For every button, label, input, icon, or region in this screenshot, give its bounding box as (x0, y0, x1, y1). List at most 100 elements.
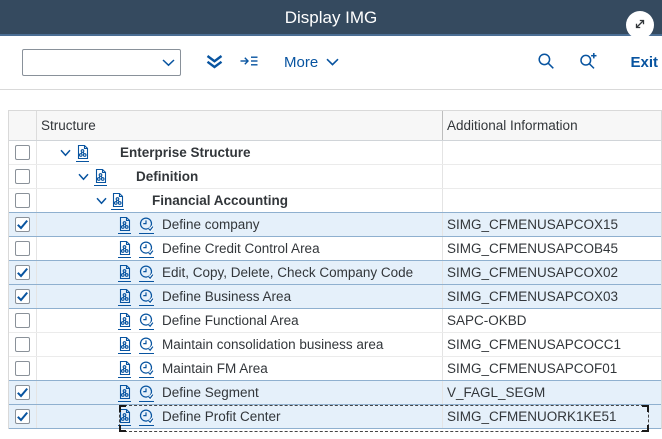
tree-node-label[interactable]: Financial Accounting (152, 189, 288, 212)
tree-activity-label[interactable]: Edit, Copy, Delete, Check Company Code (162, 261, 413, 284)
table-row[interactable]: Edit, Copy, Delete, Check Company Code SI… (9, 261, 661, 285)
img-activity-icon[interactable] (139, 384, 155, 402)
img-structure-node-icon[interactable] (94, 168, 108, 186)
table-row[interactable]: Maintain consolidation business area SIMG… (9, 333, 661, 357)
img-structure-node-icon[interactable] (111, 192, 125, 210)
table-row[interactable]: Definition (9, 165, 661, 189)
row-checkbox[interactable] (15, 313, 30, 328)
img-structure-table: Structure Additional Information Enterpr… (8, 110, 662, 432)
tree-activity-label[interactable]: Define Segment (162, 381, 259, 404)
search-button[interactable] (529, 48, 563, 77)
app-header: Display IMG (0, 0, 662, 39)
img-structure-node-icon[interactable] (118, 288, 132, 306)
table-row[interactable]: Maintain FM Area SIMG_CFMENUSAPCOF01 (9, 357, 661, 381)
checkbox-cell (9, 333, 37, 356)
row-checkbox[interactable] (15, 409, 30, 424)
img-structure-node-icon[interactable] (118, 240, 132, 258)
additional-info-value: SIMG_CFMENUSAPCOB45 (447, 241, 619, 256)
additional-info-value (443, 141, 661, 164)
structure-cell: Financial Accounting (37, 189, 443, 212)
img-activity-icon[interactable] (139, 408, 155, 426)
img-activity-icon[interactable] (139, 312, 155, 330)
table-row[interactable]: Enterprise Structure (9, 141, 661, 165)
command-combobox[interactable] (22, 49, 181, 76)
additional-info-value: V_FAGL_SEGM (447, 385, 546, 400)
img-activity-icon[interactable] (139, 336, 155, 354)
img-activity-icon[interactable] (139, 360, 155, 378)
additional-info-column-header: Additional Information (447, 118, 578, 133)
structure-column-header: Structure (37, 111, 443, 140)
diagonal-resize-icon (633, 17, 647, 34)
structure-cell: Define Profit Center (37, 405, 443, 428)
structure-cell: Define Credit Control Area (37, 237, 443, 260)
row-checkbox[interactable] (15, 385, 30, 400)
row-checkbox[interactable] (15, 241, 30, 256)
double-chevron-down-icon (205, 54, 224, 72)
checkbox-cell (9, 141, 37, 164)
tree-node-label[interactable]: Enterprise Structure (120, 141, 251, 164)
tree-activity-label[interactable]: Maintain consolidation business area (162, 333, 383, 356)
additional-info-value: SIMG_CFMENUORK1KE51 (447, 409, 617, 424)
row-checkbox[interactable] (15, 145, 30, 160)
search-icon (537, 52, 555, 73)
tree-activity-label[interactable]: Define Credit Control Area (162, 237, 320, 260)
toolbar: More Exit (0, 36, 662, 90)
table-row[interactable]: Define Profit Center SIMG_CFMENUORK1KE51 (9, 405, 661, 432)
img-activity-icon[interactable] (139, 216, 155, 234)
row-checkbox[interactable] (15, 169, 30, 184)
row-checkbox[interactable] (15, 217, 30, 232)
table-row[interactable]: Define Credit Control Area SIMG_CFMENUSAP… (9, 237, 661, 261)
row-checkbox[interactable] (15, 193, 30, 208)
arrow-to-list-icon (240, 54, 258, 71)
checkbox-cell (9, 237, 37, 260)
img-structure-node-icon[interactable] (118, 408, 132, 426)
goto-position-button[interactable] (232, 50, 266, 75)
command-input[interactable] (23, 50, 156, 75)
row-checkbox[interactable] (15, 289, 30, 304)
img-structure-node-icon[interactable] (118, 384, 132, 402)
table-row[interactable]: Define company SIMG_CFMENUSAPCOX15 (9, 213, 661, 237)
img-structure-node-icon[interactable] (118, 360, 132, 378)
img-activity-icon[interactable] (139, 264, 155, 282)
img-structure-node-icon[interactable] (76, 144, 90, 162)
table-row[interactable]: Define Segment V_FAGL_SEGM (9, 381, 661, 405)
table-row[interactable]: Financial Accounting (9, 189, 661, 213)
structure-cell: Maintain FM Area (37, 357, 443, 380)
resize-window-button[interactable] (626, 11, 654, 39)
additional-info-value: SAPC-OKBD (447, 313, 527, 328)
additional-info-value: SIMG_CFMENUSAPCOX02 (447, 265, 619, 280)
exit-button[interactable]: Exit (620, 50, 660, 75)
tree-expander-icon[interactable] (78, 173, 89, 181)
table-header: Structure Additional Information (9, 111, 661, 141)
row-checkbox[interactable] (15, 361, 30, 376)
structure-cell: Define Segment (37, 381, 443, 404)
tree-activity-label[interactable]: Define Business Area (162, 285, 291, 308)
img-structure-node-icon[interactable] (118, 336, 132, 354)
tree-activity-label[interactable]: Define company (162, 213, 260, 236)
table-row[interactable]: Define Functional Area SAPC-OKBD (9, 309, 661, 333)
tree-activity-label[interactable]: Maintain FM Area (162, 357, 268, 380)
img-structure-node-icon[interactable] (118, 264, 132, 282)
checkbox-cell (9, 357, 37, 380)
table-row[interactable]: Define Business Area SIMG_CFMENUSAPCOX03 (9, 285, 661, 309)
tree-expander-icon[interactable] (96, 197, 107, 205)
tree-node-label[interactable]: Definition (136, 165, 198, 188)
search-plus-icon (579, 52, 598, 73)
chevron-down-icon (326, 54, 339, 71)
tree-activity-label[interactable]: Define Profit Center (162, 405, 281, 428)
tree-expander-icon[interactable] (60, 149, 71, 157)
row-checkbox[interactable] (15, 337, 30, 352)
tree-activity-label[interactable]: Define Functional Area (162, 309, 299, 332)
img-structure-node-icon[interactable] (118, 216, 132, 234)
img-structure-node-icon[interactable] (118, 312, 132, 330)
additional-info-value: SIMG_CFMENUSAPCOF01 (447, 361, 618, 376)
expand-all-button[interactable] (197, 50, 232, 76)
img-activity-icon[interactable] (139, 288, 155, 306)
row-checkbox[interactable] (15, 265, 30, 280)
structure-cell: Define Functional Area (37, 309, 443, 332)
img-activity-icon[interactable] (139, 240, 155, 258)
search-next-button[interactable] (571, 48, 606, 77)
chevron-down-icon[interactable] (156, 58, 180, 67)
additional-info-value (443, 165, 661, 188)
more-menu-button[interactable]: More (278, 50, 345, 75)
